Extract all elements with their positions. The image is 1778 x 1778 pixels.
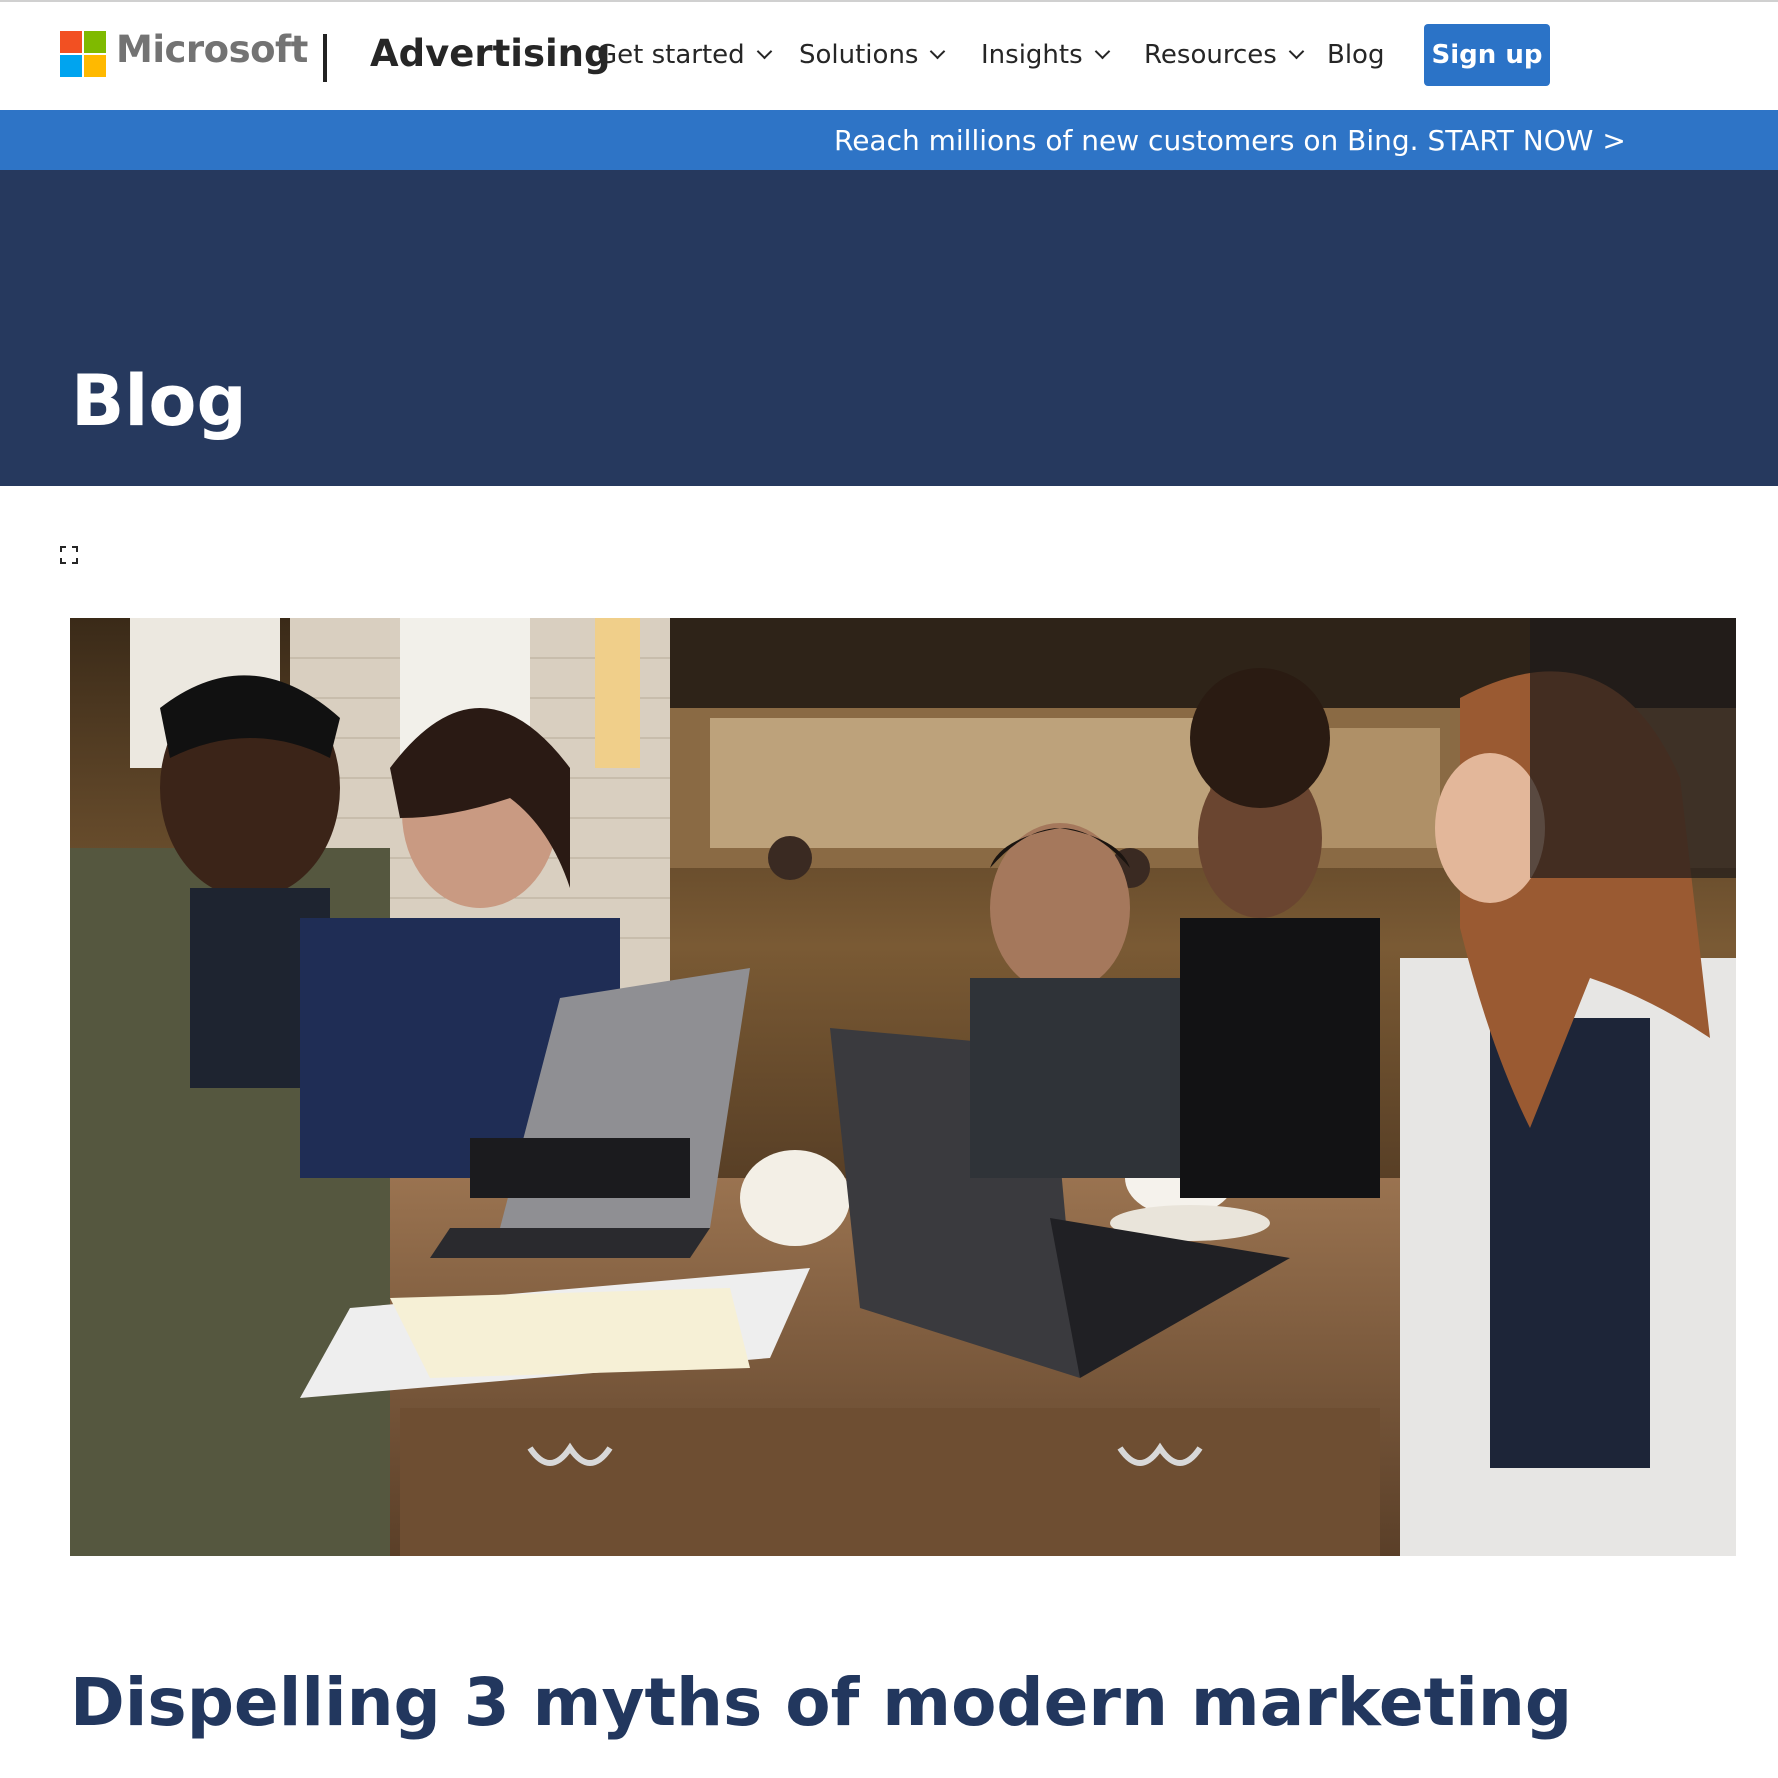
- nav-insights[interactable]: Insights: [981, 40, 1110, 70]
- nav-blog-label: Blog: [1327, 40, 1385, 70]
- logo-yellow-square: [84, 55, 106, 77]
- nav-get-started[interactable]: Get started: [597, 40, 772, 70]
- nav-solutions[interactable]: Solutions: [799, 40, 946, 70]
- nav-get-started-label: Get started: [597, 40, 745, 70]
- site-header: Microsoft Advertising Get started Soluti…: [0, 2, 1778, 110]
- header-divider: [323, 34, 327, 82]
- expand-icon[interactable]: [60, 546, 78, 564]
- logo-blue-square: [60, 55, 82, 77]
- chevron-down-icon: [1288, 43, 1305, 60]
- brand-advertising[interactable]: Advertising: [370, 32, 610, 75]
- nav-blog[interactable]: Blog: [1327, 40, 1384, 70]
- cafe-meeting-photo: [70, 618, 1736, 1556]
- chevron-down-icon: [1094, 43, 1110, 60]
- logo-red-square: [60, 31, 82, 53]
- nav-insights-label: Insights: [981, 40, 1083, 70]
- microsoft-wordmark[interactable]: Microsoft: [116, 28, 308, 71]
- nav-resources[interactable]: Resources: [1144, 40, 1305, 70]
- article-hero-photo: [70, 618, 1736, 1556]
- nav-resources-label: Resources: [1144, 40, 1277, 70]
- nav-solutions-label: Solutions: [799, 40, 919, 70]
- chevron-down-icon: [756, 43, 772, 60]
- microsoft-logo-icon[interactable]: [60, 31, 106, 77]
- logo-green-square: [84, 31, 106, 53]
- promo-banner-link[interactable]: Reach millions of new customers on Bing.…: [834, 124, 1626, 157]
- sign-up-button[interactable]: Sign up: [1424, 24, 1550, 86]
- article-title[interactable]: Dispelling 3 myths of modern marketing: [70, 1664, 1572, 1741]
- blog-hero: Blog: [0, 170, 1778, 486]
- chevron-down-icon: [930, 43, 946, 60]
- promo-banner[interactable]: Reach millions of new customers on Bing.…: [0, 110, 1778, 170]
- page-title: Blog: [71, 360, 247, 442]
